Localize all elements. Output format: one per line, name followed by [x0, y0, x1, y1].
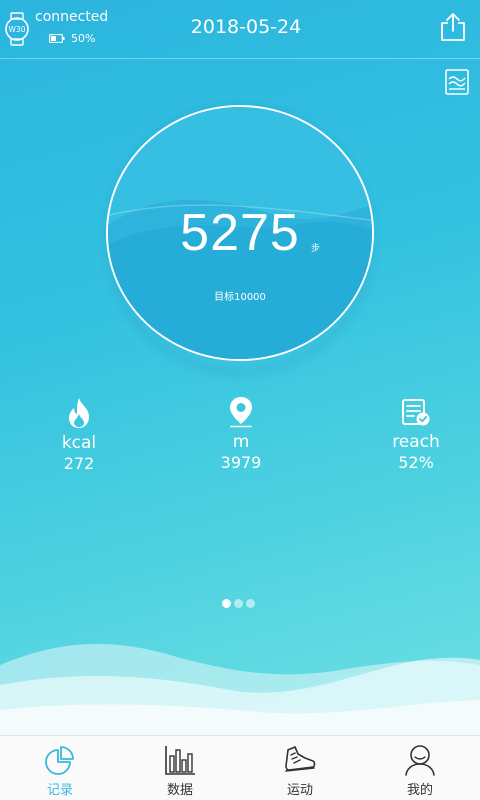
checklist-icon	[402, 399, 430, 426]
main-panel: W30 connected 50% 2018-05-24 5275 步 目标10…	[0, 0, 480, 735]
page-indicator	[222, 599, 255, 609]
page-dot-2[interactable]	[234, 599, 243, 608]
tab-me-label: 我的	[406, 783, 433, 798]
tab-me[interactable]: 我的	[360, 736, 480, 800]
stat-kcal-label: kcal	[61, 433, 97, 453]
trend-chart-icon[interactable]	[445, 69, 469, 95]
location-pin-icon	[230, 397, 252, 428]
steps-count: 5275	[180, 204, 300, 262]
stat-reach-value: 52%	[398, 453, 434, 472]
app-screen: W30 connected 50% 2018-05-24 5275 步 目标10…	[0, 0, 480, 800]
date-label[interactable]: 2018-05-24	[0, 16, 480, 38]
page-dot-3[interactable]	[246, 599, 255, 608]
tab-records[interactable]: 记录	[0, 736, 120, 800]
stat-reach: reach 52%	[356, 398, 476, 472]
tab-data[interactable]: 数据	[120, 736, 240, 800]
bar-chart-icon	[165, 746, 195, 775]
header-divider	[0, 58, 480, 59]
sneaker-icon	[285, 746, 316, 772]
stat-distance-label: m	[232, 432, 250, 452]
share-icon[interactable]	[439, 12, 467, 42]
tab-records-label: 记录	[46, 783, 73, 798]
steps-goal: 目标10000	[214, 292, 266, 303]
tab-sport-label: 运动	[286, 783, 313, 798]
page-dot-1[interactable]	[222, 599, 231, 608]
flame-icon	[69, 398, 89, 428]
stat-reach-label: reach	[392, 432, 440, 452]
tab-sport[interactable]: 运动	[240, 736, 360, 800]
bottom-tab-bar: 记录 数据 运动 我的	[0, 735, 480, 800]
pie-chart-icon	[45, 746, 74, 775]
person-icon	[405, 745, 435, 776]
stat-kcal: kcal 272	[19, 397, 139, 473]
header-bar: W30 connected 50% 2018-05-24	[0, 0, 480, 58]
stat-distance-value: 3979	[220, 453, 262, 472]
stat-distance: m 3979	[181, 396, 301, 472]
steps-unit: 步	[311, 244, 321, 254]
tab-data-label: 数据	[166, 783, 193, 798]
stat-kcal-value: 272	[63, 454, 95, 473]
steps-ring[interactable]: 5275 步 目标10000	[106, 105, 374, 361]
bottom-waves	[0, 643, 480, 735]
